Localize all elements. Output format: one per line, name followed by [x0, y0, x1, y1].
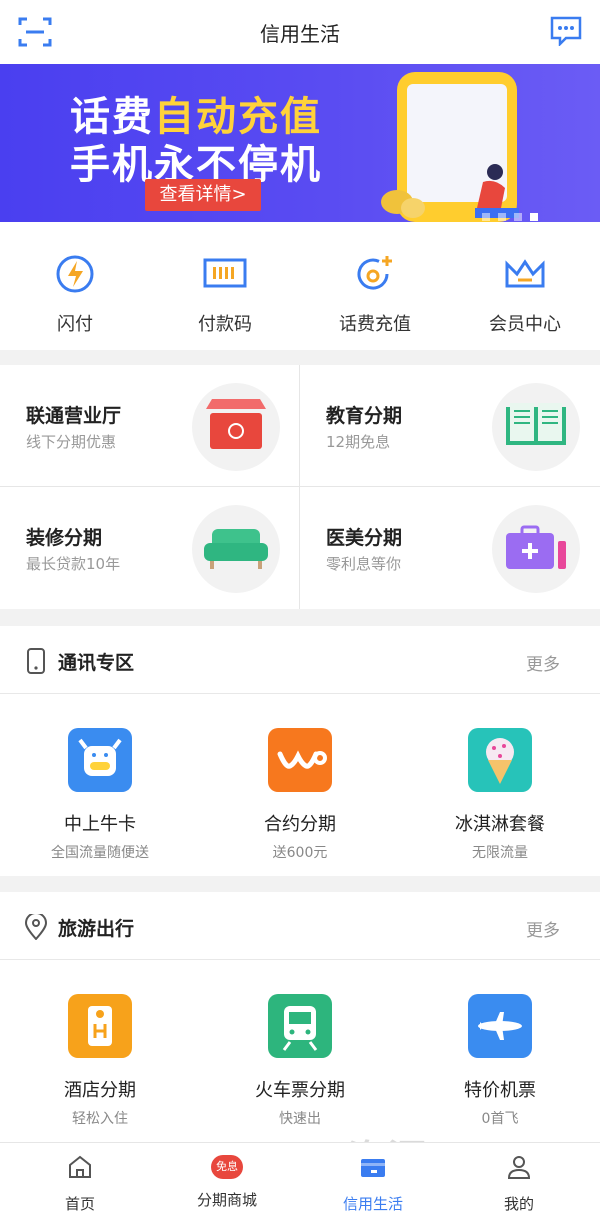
more-link[interactable]: 更多	[526, 916, 560, 941]
train-icon	[268, 994, 332, 1058]
section-header: 通讯专区 更多	[0, 626, 600, 694]
quick-actions: 闪付 付款码 话费充值 会员中心	[0, 222, 600, 350]
credit-card-icon	[361, 1159, 385, 1177]
grid-item-store[interactable]: 联通营业厅 线下分期优惠	[0, 365, 300, 487]
barcode-icon	[203, 258, 247, 288]
cow-icon	[68, 728, 132, 792]
lightning-icon	[56, 255, 94, 293]
carousel-dots[interactable]	[474, 206, 538, 222]
travel-section: 旅游出行 更多 酒店分期 轻松入住 火车票分期 快速出 特价机票 0首飞	[0, 892, 600, 1142]
tab-installment-mall[interactable]: 免息 分期商城	[152, 1153, 302, 1210]
tab-home[interactable]: 首页	[5, 1153, 155, 1214]
promo-banner[interactable]: 话费自动充值 手机永不停机 查看详情>	[0, 64, 600, 222]
product-discount-flights[interactable]: 特价机票 0首飞	[400, 994, 600, 1128]
beauty-kit-icon	[506, 525, 566, 569]
section-title: 通讯专区	[58, 652, 135, 674]
recharge-icon	[357, 256, 392, 290]
more-link[interactable]: 更多	[526, 650, 560, 675]
tab-credit-life[interactable]: 信用生活	[298, 1153, 448, 1214]
free-interest-badge: 免息	[211, 1155, 243, 1179]
product-cow-card[interactable]: 中上牛卡 全国流量随便送	[0, 728, 200, 862]
section-title: 旅游出行	[58, 918, 135, 940]
bottom-tab-bar: 首页 免息 分期商城 信用生活 我的	[0, 1142, 600, 1217]
section-header: 旅游出行 更多	[0, 892, 600, 960]
mall-icon: 免息	[211, 1153, 243, 1181]
view-details-button[interactable]: 查看详情>	[145, 179, 261, 211]
user-icon	[507, 1156, 531, 1179]
top-bar: 信用生活	[0, 0, 600, 64]
crown-icon	[505, 259, 545, 288]
location-pin-icon	[24, 914, 48, 940]
ice-cream-icon	[468, 728, 532, 792]
product-hotel-installment[interactable]: 酒店分期 轻松入住	[0, 994, 200, 1128]
tab-mine[interactable]: 我的	[444, 1153, 594, 1214]
product-ice-cream-plan[interactable]: 冰淇淋套餐 无限流量	[400, 728, 600, 862]
quick-item-member[interactable]: 会员中心	[450, 252, 600, 336]
quick-item-pay-code[interactable]: 付款码	[150, 252, 300, 336]
plane-icon	[468, 994, 532, 1058]
message-icon[interactable]	[550, 16, 582, 46]
home-icon	[69, 1155, 91, 1178]
quick-item-recharge[interactable]: 话费充值	[300, 252, 450, 336]
grid-item-decoration[interactable]: 装修分期 最长贷款10年	[0, 487, 300, 609]
grid-item-education[interactable]: 教育分期 12期免息	[300, 365, 600, 487]
wo-icon	[268, 728, 332, 792]
product-train-installment[interactable]: 火车票分期 快速出	[200, 994, 400, 1128]
page-title: 信用生活	[260, 22, 340, 46]
telecom-section: 通讯专区 更多 中上牛卡 全国流量随便送 合约分期 送600元 冰淇淋套餐 无限…	[0, 626, 600, 876]
phone-icon	[27, 648, 45, 674]
finance-grid: 联通营业厅 线下分期优惠 教育分期 12期免息 装修分期 最长贷款10年 医美分…	[0, 365, 600, 609]
grid-item-beauty[interactable]: 医美分期 零利息等你	[300, 487, 600, 609]
product-contract-installment[interactable]: 合约分期 送600元	[200, 728, 400, 862]
hotel-icon	[68, 994, 132, 1058]
book-icon	[506, 403, 566, 445]
store-icon	[206, 399, 266, 449]
sofa-icon	[204, 529, 268, 569]
quick-item-flash-pay[interactable]: 闪付	[0, 252, 150, 336]
